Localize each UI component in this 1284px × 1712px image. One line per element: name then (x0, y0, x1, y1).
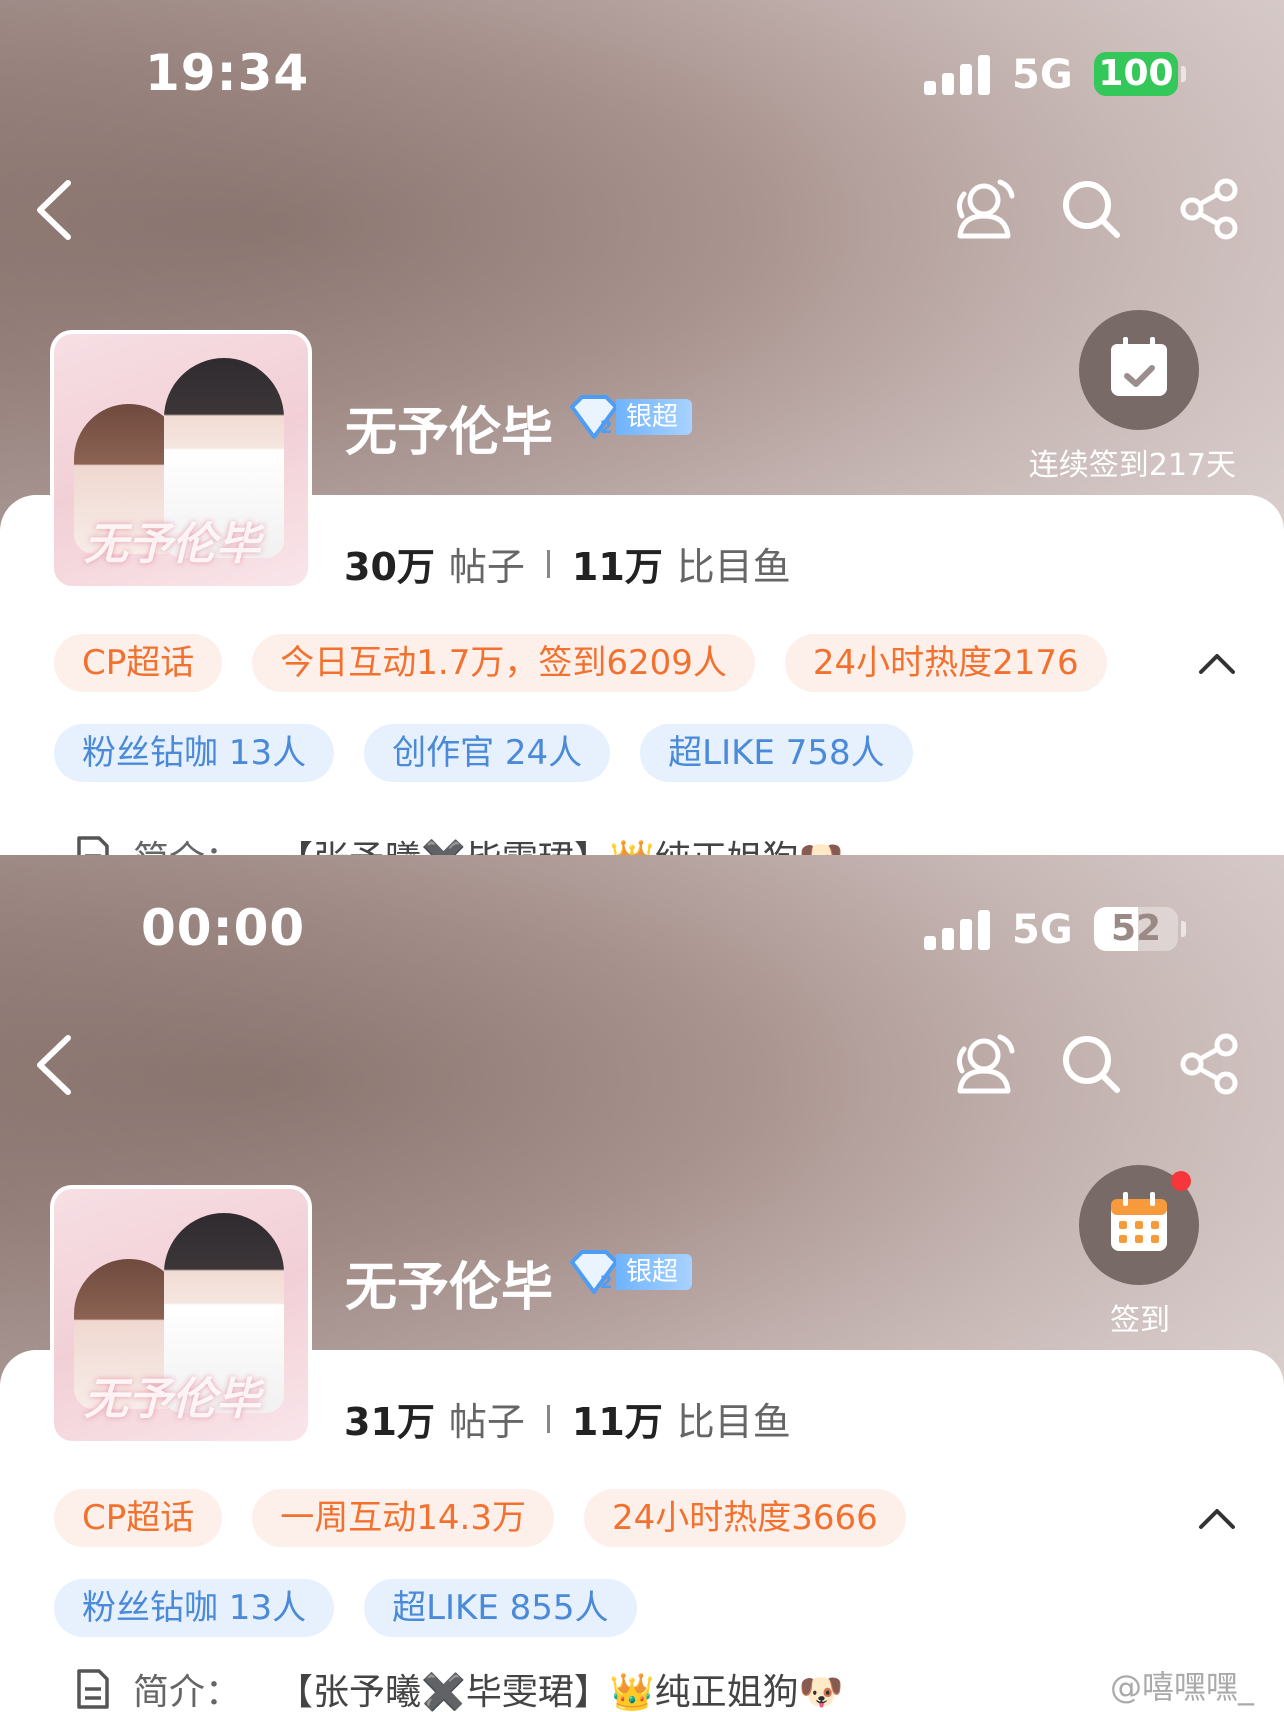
intro-text: 【张予曦✖️毕雯珺】👑纯正姐狗🐶 (277, 1672, 844, 1712)
battery-tip (1181, 66, 1186, 82)
topic-cover[interactable]: 无予伦毕 (50, 330, 312, 590)
topic-name: 无予伦毕 (345, 403, 554, 463)
search-icon[interactable] (1060, 178, 1122, 240)
posts-count: 30万 (344, 545, 435, 589)
posts-label: 帖子 (448, 1400, 525, 1444)
tag-row-blue: 粉丝钻咖 13人 超LIKE 855人 (54, 1579, 667, 1637)
signal-icon (924, 910, 992, 950)
chip-superlike[interactable]: 超LIKE 758人 (640, 724, 913, 782)
topic-cover[interactable]: 无予伦毕 (50, 1185, 312, 1445)
level-label: 银超 (616, 399, 693, 435)
diamond-icon: 2 (570, 395, 618, 439)
share-icon[interactable] (1178, 1033, 1242, 1095)
posts-count: 31万 (344, 1400, 435, 1444)
chip-heat[interactable]: 24小时热度2176 (784, 634, 1107, 692)
stats-divider (546, 1404, 550, 1433)
posts-label: 帖子 (448, 545, 525, 589)
chip-creators[interactable]: 创作官 24人 (364, 724, 611, 782)
checkin-button[interactable] (1079, 1165, 1199, 1285)
fans-label: 比目鱼 (676, 545, 791, 589)
battery-icon: 52 (1094, 907, 1178, 951)
chip-fans[interactable]: 粉丝钻咖 13人 (54, 724, 335, 782)
screenshot-bottom: 00:00 5G 52 签到 无予伦毕 无予伦毕 2 银超 31万 帖子 11万… (0, 855, 1284, 1712)
topic-name: 无予伦毕 (345, 1258, 554, 1318)
svg-text:2: 2 (600, 1272, 613, 1293)
battery-tip (1181, 921, 1186, 937)
chip-cp-topic[interactable]: CP超话 (54, 634, 223, 692)
level-badge[interactable]: 2 银超 (566, 395, 693, 439)
intro-row[interactable]: 简介： 【张予曦✖️毕雯珺】👑纯正姐狗🐶 (75, 1663, 844, 1712)
chip-interaction[interactable]: 一周互动14.3万 (252, 1489, 554, 1547)
svg-text:2: 2 (600, 417, 613, 438)
level-badge[interactable]: 2 银超 (566, 1250, 693, 1294)
share-icon[interactable] (1178, 178, 1242, 240)
stats-row: 30万 帖子 11万 比目鱼 (344, 536, 791, 591)
community-icon[interactable] (950, 1033, 1016, 1095)
tag-row-orange: CP超话 一周互动14.3万 24小时热度3666 (54, 1489, 936, 1547)
intro-row[interactable]: 简介： 【张予曦✖️毕雯珺】👑纯正姐狗🐶 (75, 830, 844, 855)
fans-count: 11万 (571, 545, 663, 589)
calendar-check-icon (1111, 337, 1167, 396)
document-icon (77, 1669, 109, 1709)
notification-dot (1171, 1171, 1191, 1191)
back-icon[interactable] (30, 1030, 80, 1100)
stats-row: 31万 帖子 11万 比目鱼 (344, 1391, 791, 1446)
checkin-label: 连续签到217天 (1028, 448, 1236, 483)
chip-heat[interactable]: 24小时热度3666 (583, 1489, 906, 1547)
cover-title: 无予伦毕 (84, 519, 260, 570)
checkin-button[interactable] (1079, 310, 1199, 430)
status-time: 19:34 (145, 44, 310, 102)
tag-row-blue: 粉丝钻咖 13人 创作官 24人 超LIKE 758人 (54, 724, 943, 782)
signal-icon (924, 55, 992, 95)
screenshot-top: 19:34 5G 100 连续签到217天 无予伦毕 无予伦毕 2 银超 30万… (0, 0, 1284, 855)
back-icon[interactable] (30, 175, 80, 245)
document-icon (77, 836, 109, 855)
fans-count: 11万 (571, 1400, 663, 1444)
network-type: 5G (1012, 907, 1073, 953)
checkin-label: 签到 (1110, 1303, 1170, 1338)
intro-text: 【张予曦✖️毕雯珺】👑纯正姐狗🐶 (277, 830, 843, 855)
diamond-icon: 2 (570, 1250, 618, 1294)
status-time: 00:00 (141, 899, 306, 957)
cover-title: 无予伦毕 (84, 1374, 260, 1425)
chip-interaction[interactable]: 今日互动1.7万，签到6209人 (252, 634, 755, 692)
network-type: 5G (1012, 52, 1073, 98)
chip-superlike[interactable]: 超LIKE 855人 (364, 1579, 637, 1637)
chevron-up-icon[interactable] (1197, 648, 1237, 678)
watermark: @嘻嘿嘿_ (1109, 1668, 1254, 1706)
intro-label: 简介： (133, 1672, 242, 1712)
community-icon[interactable] (950, 178, 1016, 240)
search-icon[interactable] (1060, 1033, 1122, 1095)
fans-label: 比目鱼 (676, 1400, 791, 1444)
intro-label: 简介： (133, 830, 241, 855)
level-label: 银超 (616, 1254, 693, 1290)
tag-row-orange: CP超话 今日互动1.7万，签到6209人 24小时热度2176 (54, 634, 1137, 692)
battery-icon: 100 (1094, 52, 1178, 96)
chip-cp-topic[interactable]: CP超话 (54, 1489, 223, 1547)
stats-divider (546, 549, 550, 578)
battery-percent: 52 (1110, 908, 1162, 949)
chevron-up-icon[interactable] (1197, 1503, 1237, 1533)
chip-fans[interactable]: 粉丝钻咖 13人 (54, 1579, 335, 1637)
